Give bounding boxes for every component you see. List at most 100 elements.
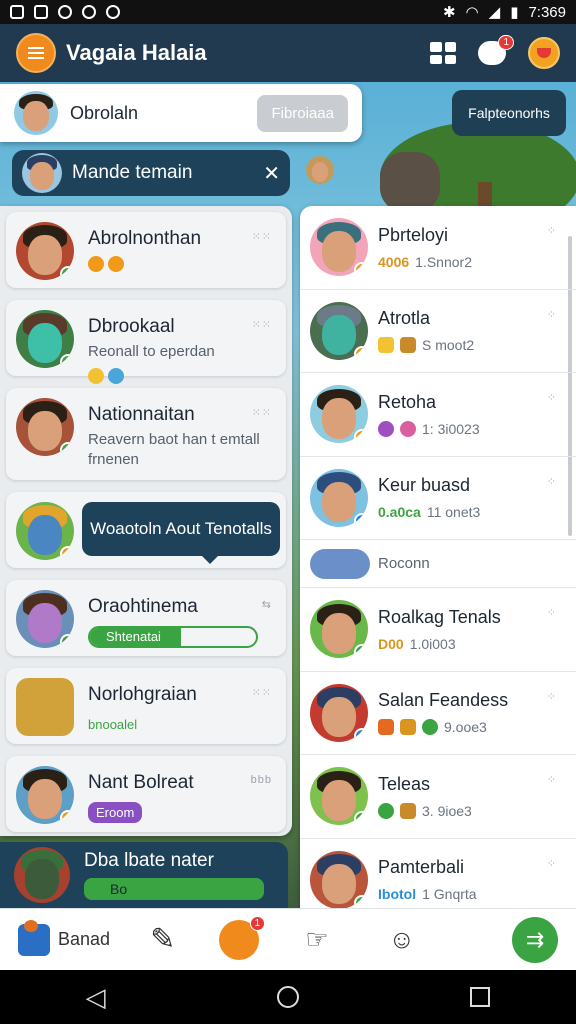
item-chip: bnooalel <box>88 717 138 732</box>
handshake-icon[interactable]: ☞ <box>305 924 328 955</box>
profile-icon[interactable]: ☺ <box>389 924 416 955</box>
row-meta: 1.Snnor2 <box>415 253 472 270</box>
more-icon[interactable]: ⁘ <box>547 606 556 619</box>
more-icon[interactable]: ⁘ <box>547 475 556 488</box>
nav-quest[interactable]: 1 <box>219 915 266 960</box>
row-name: Pamterbali <box>378 857 465 878</box>
list-item[interactable]: ✓ Nationnaitan Reavern baot han t emtall… <box>6 388 286 480</box>
hamburger-icon <box>28 52 44 54</box>
bluetooth-icon: ✱ <box>442 4 456 21</box>
more-icon[interactable]: ⁘ <box>547 773 556 786</box>
home-icon <box>18 919 50 956</box>
nav-home[interactable]: Banad <box>18 919 111 956</box>
avatar-group <box>310 548 370 579</box>
drag-handle-icon[interactable]: ⁙⁙ <box>252 230 272 243</box>
grid-icon[interactable] <box>430 42 456 64</box>
row-name: Salan Feandess <box>378 690 509 711</box>
online-dot: ✓ <box>60 266 74 280</box>
edit-icon[interactable]: ✎ <box>150 922 175 957</box>
record-icon <box>82 5 96 19</box>
list-item[interactable]: ✓ Dbrookaal Reonall to eperdan ⁙⁙ <box>6 300 286 384</box>
row-meta: S moot2 <box>422 337 475 354</box>
more-icon[interactable]: ⁘ <box>547 857 556 870</box>
row-name: Roalkag Tenals <box>378 606 501 627</box>
home-circle-icon[interactable] <box>276 986 299 1008</box>
status-dot <box>354 727 368 742</box>
wifi-icon: ◠ <box>465 4 479 21</box>
shield-icon <box>106 5 120 19</box>
avatar <box>310 385 368 444</box>
item-name: Dbrookaal <box>88 316 175 337</box>
clock: 7:369 <box>528 3 566 21</box>
compose-button[interactable]: ⇉ <box>512 916 558 963</box>
list-row[interactable]: ✓ Teleas 3. 9ioe3 ⁘ <box>300 755 576 839</box>
item-subtitle: Reonall to eperdan <box>88 343 215 360</box>
more-icon[interactable]: ⁘ <box>547 224 556 237</box>
menu-button[interactable] <box>16 33 56 73</box>
recents-icon[interactable] <box>470 987 491 1007</box>
row-name: Teleas <box>378 773 431 794</box>
trophy-icon <box>537 48 551 58</box>
avatar: ✓ <box>16 310 74 368</box>
chat-button[interactable]: 1 <box>478 35 514 65</box>
list-item[interactable]: Woaotoln Aout Tenotalls <box>6 492 286 568</box>
row-name: Retoha <box>378 391 437 412</box>
more-icon[interactable]: ⁘ <box>547 391 556 404</box>
popup-action-button[interactable]: Fibroiaaa <box>257 94 348 132</box>
item-chip: Eroom <box>88 802 143 823</box>
nav-home-label: Banad <box>58 929 111 949</box>
list-item[interactable]: Norlohgraian bnooalel ⁙⁙ <box>6 668 286 744</box>
nav-badge: 1 <box>249 915 266 931</box>
status-dot <box>354 345 368 360</box>
notice-text: Mande temain <box>72 162 193 183</box>
left-list-panel: ✓ Abrolnonthan ⁙⁙ ✓ Dbrookaal Reonall to… <box>0 206 292 836</box>
avatar <box>14 847 70 903</box>
list-item[interactable]: Nant Bolreat Eroom bbb <box>6 756 286 832</box>
drag-handle-icon[interactable]: ⁙⁙ <box>252 318 272 331</box>
list-row[interactable]: Salan Feandess 9.ooe3 ⁘ <box>300 672 576 755</box>
progress-label: Shtenatai <box>106 629 161 644</box>
item-subtitle: Reavern baot han t emtall frnenen <box>88 431 260 468</box>
more-icon[interactable]: ⁘ <box>547 690 556 703</box>
list-item[interactable]: ✓ Oraohtinema Shtenatai ⇆ <box>6 580 286 656</box>
item-name: Oraohtinema <box>88 596 198 617</box>
row-meta: 9.ooe3 <box>444 719 487 736</box>
row-score: 0.a0ca <box>378 504 421 521</box>
more-icon[interactable]: ⁘ <box>547 308 556 321</box>
drag-handle-icon[interactable]: ⁙⁙ <box>252 686 272 699</box>
back-icon[interactable]: ◁ <box>86 982 106 1013</box>
right-list-panel: Pbrteloyi 4006 1.Snnor2 ⁘ Atrotla S moot2… <box>300 206 576 912</box>
avatar[interactable] <box>14 91 58 135</box>
right-pill-button[interactable]: Falpteonorhs <box>452 90 566 136</box>
list-row[interactable]: ✓ Pamterbali Ibotol 1 Gnqrta ⁘ <box>300 839 576 913</box>
avatar: ✓ <box>310 767 368 826</box>
system-navigation: ◁ <box>0 970 576 1024</box>
subrow-label: Roconn <box>378 555 430 572</box>
small-avatar[interactable] <box>306 156 334 184</box>
status-dot <box>354 512 368 527</box>
progress-bar: Shtenatai <box>88 626 258 648</box>
list-row[interactable]: Atrotla S moot2 ⁘ <box>300 290 576 373</box>
avatar <box>310 218 368 277</box>
list-subrow[interactable]: Roconn <box>300 540 576 588</box>
status-dot <box>354 429 368 444</box>
list-row[interactable]: ✓ Roalkag Tenals D00 1.0i003 ⁘ <box>300 588 576 672</box>
trophy-button[interactable] <box>528 37 560 69</box>
drag-handle-icon[interactable]: ⁙⁙ <box>252 406 272 419</box>
list-row[interactable]: Keur buasd 0.a0ca 11 onet3 ⁘ <box>300 457 576 540</box>
close-icon[interactable]: ✕ <box>263 161 280 186</box>
drag-handle-icon[interactable]: ⇆ <box>262 598 272 611</box>
bottom-left-card[interactable]: Dba lbate nater Bo <box>0 842 288 908</box>
row-score: Ibotol <box>378 886 417 903</box>
list-row[interactable]: Pbrteloyi 4006 1.Snnor2 ⁘ <box>300 206 576 290</box>
avatar <box>310 301 368 360</box>
tooltip: Woaotoln Aout Tenotalls <box>82 502 280 564</box>
list-item[interactable]: ✓ Abrolnonthan ⁙⁙ <box>6 212 286 288</box>
more-icon[interactable]: bbb <box>251 774 272 786</box>
row-name: Keur buasd <box>378 475 471 496</box>
app-header: Vagaia Halaia 1 <box>0 24 576 82</box>
row-name: Pbrteloyi <box>378 224 449 245</box>
battery-icon: ▮ <box>510 4 519 21</box>
item-name: Norlohgraian <box>88 684 197 705</box>
list-row[interactable]: Retoha 1: 3i0023 ⁘ <box>300 373 576 457</box>
